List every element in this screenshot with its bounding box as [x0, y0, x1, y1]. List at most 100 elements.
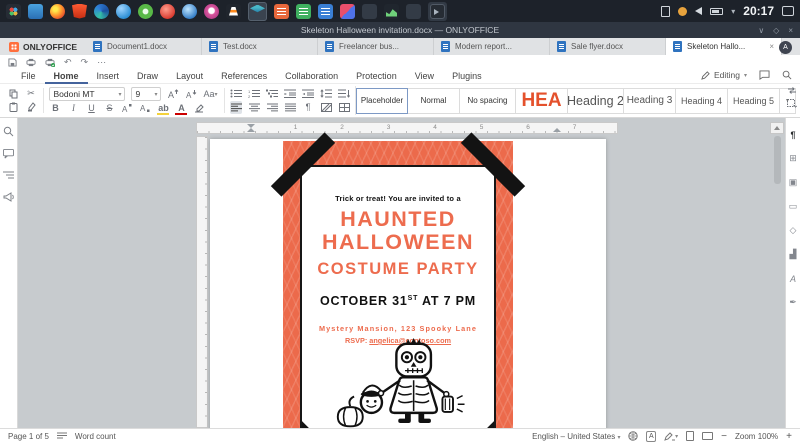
line-spacing-button[interactable] — [320, 87, 332, 100]
file-manager-icon[interactable] — [28, 4, 43, 19]
increase-indent-button[interactable] — [302, 87, 314, 100]
shape-settings-icon[interactable]: ◇ — [787, 224, 800, 237]
bullet-list-button[interactable] — [230, 87, 242, 100]
zoom-out-button[interactable]: − — [721, 431, 727, 442]
dark-app-icon[interactable] — [362, 4, 377, 19]
user-avatar[interactable]: A — [779, 41, 792, 54]
change-case-button[interactable]: Aa▾ — [203, 88, 217, 101]
onlyoffice-slides-icon[interactable] — [318, 4, 333, 19]
fit-page-icon[interactable] — [686, 431, 694, 441]
align-right-button[interactable] — [266, 101, 278, 114]
terminal-taskbar-item[interactable] — [428, 2, 447, 21]
tab-modern-report[interactable]: Modern report... — [434, 38, 550, 55]
clipboard-tray-icon[interactable] — [661, 6, 670, 17]
menu-references[interactable]: References — [212, 69, 276, 84]
comments-icon[interactable] — [3, 149, 14, 159]
app-launcher-icon[interactable] — [6, 4, 21, 19]
globe-icon[interactable] — [628, 431, 638, 441]
table-settings-icon[interactable]: ⊞ — [787, 152, 800, 165]
onlyoffice-brand[interactable]: ONLYOFFICE — [0, 38, 86, 55]
menu-draw[interactable]: Draw — [128, 69, 167, 84]
undo-button[interactable]: ↶ — [64, 58, 72, 67]
menu-layout[interactable]: Layout — [167, 69, 212, 84]
word-count-label[interactable]: Word count — [75, 432, 116, 441]
left-indent-marker[interactable] — [247, 128, 255, 132]
workspace-icon[interactable] — [782, 6, 794, 16]
clear-style-button[interactable] — [193, 101, 205, 114]
menu-plugins[interactable]: Plugins — [443, 69, 491, 84]
shading-button[interactable] — [320, 101, 332, 114]
style-normal[interactable]: Normal — [408, 88, 460, 114]
textart-settings-icon[interactable]: A — [787, 272, 800, 285]
navigation-icon[interactable] — [3, 171, 14, 180]
vlc-icon[interactable] — [226, 4, 241, 19]
chat-button[interactable] — [759, 70, 770, 80]
zoom-level[interactable]: Zoom 100% — [735, 432, 778, 441]
maximize-button[interactable]: ◇ — [773, 26, 779, 35]
language-selector[interactable]: English – United States ▾ — [532, 432, 620, 441]
minimize-button[interactable]: ∨ — [758, 26, 764, 35]
replace-button[interactable] — [787, 86, 797, 95]
quick-print-button[interactable] — [45, 58, 55, 67]
customize-quick-access-button[interactable]: ⋯ — [97, 58, 106, 67]
graphics-app-icon[interactable] — [340, 4, 355, 19]
document-area[interactable]: 1 2 3 4 5 6 7 Trick or treat! You are in… — [0, 118, 800, 428]
bold-button[interactable]: B — [49, 101, 61, 114]
paragraph-settings-icon[interactable]: ¶ — [787, 128, 800, 141]
tab-freelancer[interactable]: Freelancer bus... — [318, 38, 434, 55]
font-color-button[interactable]: A — [175, 101, 187, 114]
track-changes-icon[interactable]: ▾ — [664, 432, 678, 441]
copy-button[interactable] — [7, 87, 19, 100]
subscript-button[interactable]: A — [139, 101, 151, 114]
menu-home[interactable]: Home — [45, 69, 88, 84]
font-size-select[interactable]: 9▾ — [131, 87, 161, 101]
decrease-font-button[interactable]: A — [185, 88, 197, 101]
style-no-spacing[interactable]: No spacing — [460, 88, 516, 114]
align-left-button[interactable] — [230, 101, 242, 114]
page-indicator[interactable]: Page 1 of 5 — [8, 432, 49, 441]
vertical-scrollbar[interactable] — [774, 136, 781, 184]
vertical-ruler[interactable] — [196, 136, 208, 428]
menu-file[interactable]: File — [12, 69, 45, 84]
redo-button[interactable]: ↷ — [81, 58, 89, 67]
volume-icon[interactable] — [695, 7, 702, 15]
print-button[interactable] — [26, 58, 36, 67]
document-page[interactable]: Trick or treat! You are invited to a HAU… — [210, 139, 606, 428]
web-globe-icon[interactable] — [182, 4, 197, 19]
numbered-list-button[interactable]: 12 — [248, 87, 260, 100]
style-heading5[interactable]: Heading 5 — [728, 88, 780, 114]
style-heading4[interactable]: Heading 4 — [676, 88, 728, 114]
increase-font-button[interactable]: A — [167, 88, 179, 101]
menu-insert[interactable]: Insert — [88, 69, 129, 84]
tab-skeleton-halloween[interactable]: Skeleton Hallo...× — [666, 38, 782, 55]
horizontal-ruler[interactable]: 1 2 3 4 5 6 7 — [196, 122, 618, 134]
header-footer-settings-icon[interactable]: ▭ — [787, 200, 800, 213]
multilevel-list-button[interactable] — [266, 87, 278, 100]
firefox-icon[interactable] — [50, 4, 65, 19]
align-center-button[interactable] — [248, 101, 260, 114]
tab-close-icon[interactable]: × — [769, 42, 774, 51]
edge-icon[interactable] — [94, 4, 109, 19]
editing-mode-selector[interactable]: Editing ▾ — [701, 70, 747, 80]
copy-style-button[interactable] — [25, 101, 37, 114]
brave-icon[interactable] — [72, 4, 87, 19]
italic-button[interactable]: I — [67, 101, 79, 114]
align-justify-button[interactable] — [284, 101, 296, 114]
decrease-indent-button[interactable] — [284, 87, 296, 100]
feedback-icon[interactable] — [3, 192, 15, 202]
borders-button[interactable] — [338, 101, 350, 114]
fit-width-icon[interactable] — [702, 432, 713, 440]
scroll-up-button[interactable] — [770, 122, 784, 134]
cut-button[interactable]: ✂ — [25, 87, 37, 100]
battery-icon[interactable] — [710, 8, 723, 15]
underline-button[interactable]: U — [85, 101, 97, 114]
menu-view[interactable]: View — [406, 69, 443, 84]
onlyoffice-docs-icon[interactable] — [274, 4, 289, 19]
chart-settings-icon[interactable]: ▟ — [787, 248, 800, 261]
menu-protection[interactable]: Protection — [347, 69, 406, 84]
menu-collaboration[interactable]: Collaboration — [276, 69, 347, 84]
red-app-icon[interactable] — [160, 4, 175, 19]
onlyoffice-sheets-icon[interactable] — [296, 4, 311, 19]
image-settings-icon[interactable]: ▣ — [787, 176, 800, 189]
zoom-in-button[interactable]: + — [786, 431, 792, 442]
